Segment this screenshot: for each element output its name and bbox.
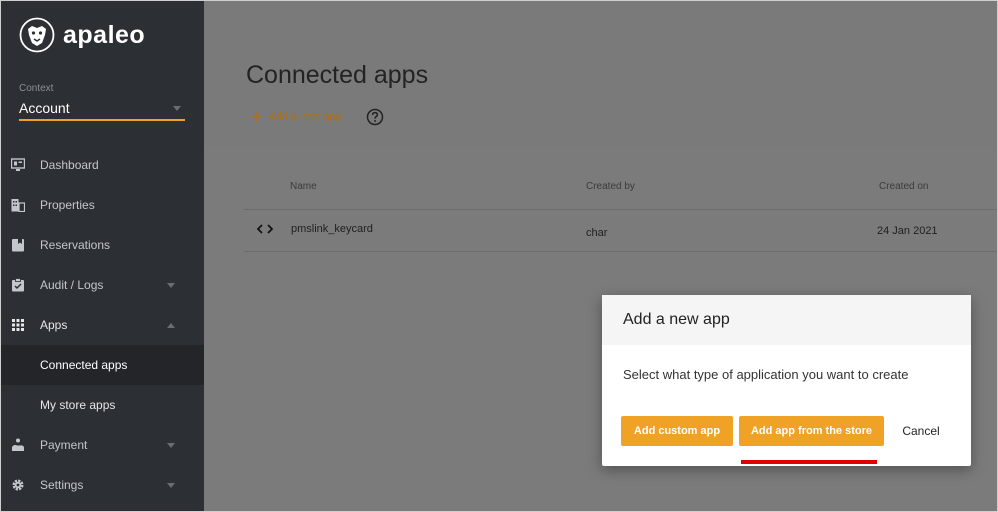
sidebar-item-payment[interactable]: Payment: [1, 425, 204, 465]
brand-name: apaleo: [63, 20, 146, 49]
context-label: Context: [19, 83, 54, 94]
column-header-created-on[interactable]: Created on: [879, 181, 928, 192]
dialog-message: Select what type of application you want…: [623, 367, 909, 382]
sidebar: apaleo Context Account Dashboard Propert…: [1, 1, 204, 511]
row-name: pmslink_keycard: [291, 223, 373, 235]
chevron-up-icon: [167, 322, 175, 328]
table-divider: [244, 209, 997, 210]
add-custom-app-button[interactable]: Add custom app: [621, 416, 733, 446]
audit-icon: [12, 278, 24, 292]
sidebar-item-properties[interactable]: Properties: [1, 185, 204, 225]
sidebar-item-label: Payment: [40, 438, 88, 452]
chevron-down-icon: [167, 442, 175, 448]
column-header-created-by[interactable]: Created by: [586, 181, 635, 192]
sidebar-subitem-connected-apps[interactable]: Connected apps: [1, 345, 204, 385]
cancel-button[interactable]: Cancel: [893, 416, 949, 446]
sidebar-item-label: Properties: [40, 198, 95, 212]
chevron-down-icon: [173, 105, 181, 111]
sidebar-item-reservations[interactable]: Reservations: [1, 225, 204, 265]
context-value: Account: [19, 100, 70, 116]
gear-icon: [12, 479, 24, 491]
sidebar-item-label: Dashboard: [40, 158, 99, 172]
table-divider: [244, 251, 997, 252]
row-created-on: 24 Jan 2021: [877, 225, 938, 237]
chevron-down-icon: [167, 282, 175, 288]
sidebar-item-label: Settings: [40, 478, 84, 492]
add-app-from-store-button[interactable]: Add app from the store: [739, 416, 884, 446]
row-created-by: char: [586, 227, 608, 239]
sidebar-item-settings[interactable]: Settings: [1, 465, 204, 505]
plus-icon: +: [251, 107, 262, 127]
reservations-icon: [12, 239, 24, 252]
code-icon: [257, 224, 273, 234]
dialog-title: Add a new app: [602, 295, 971, 345]
app-window: apaleo Context Account Dashboard Propert…: [0, 0, 998, 512]
add-new-app-label: Add a new app: [268, 111, 342, 123]
sidebar-item-apps[interactable]: Apps: [1, 305, 204, 345]
page-title: Connected apps: [246, 61, 429, 89]
help-icon[interactable]: [366, 108, 384, 126]
sidebar-item-label: Audit / Logs: [40, 278, 104, 292]
context-select[interactable]: Account: [19, 97, 185, 121]
chevron-down-icon: [167, 482, 175, 488]
column-header-name[interactable]: Name: [290, 181, 317, 192]
page-header: Connected apps + Add a new app: [204, 1, 997, 147]
add-app-dialog: Add a new app Select what type of applic…: [602, 295, 971, 466]
sidebar-item-audit-logs[interactable]: Audit / Logs: [1, 265, 204, 305]
dashboard-icon: [11, 158, 25, 171]
payment-icon: [12, 438, 24, 451]
sidebar-subitem-my-store-apps[interactable]: My store apps: [1, 385, 204, 425]
add-new-app-link[interactable]: + Add a new app: [251, 107, 342, 127]
logo[interactable]: apaleo: [19, 15, 145, 55]
properties-icon: [11, 199, 25, 212]
sidebar-item-label: Apps: [40, 318, 68, 332]
sidebar-nav: Dashboard Properties Reservations Audit …: [1, 145, 204, 505]
sidebar-item-label: Reservations: [40, 238, 111, 252]
lion-logo-icon: [19, 17, 55, 53]
sidebar-item-dashboard[interactable]: Dashboard: [1, 145, 204, 185]
highlight-underline: [741, 460, 877, 464]
apps-grid-icon: [12, 319, 24, 331]
